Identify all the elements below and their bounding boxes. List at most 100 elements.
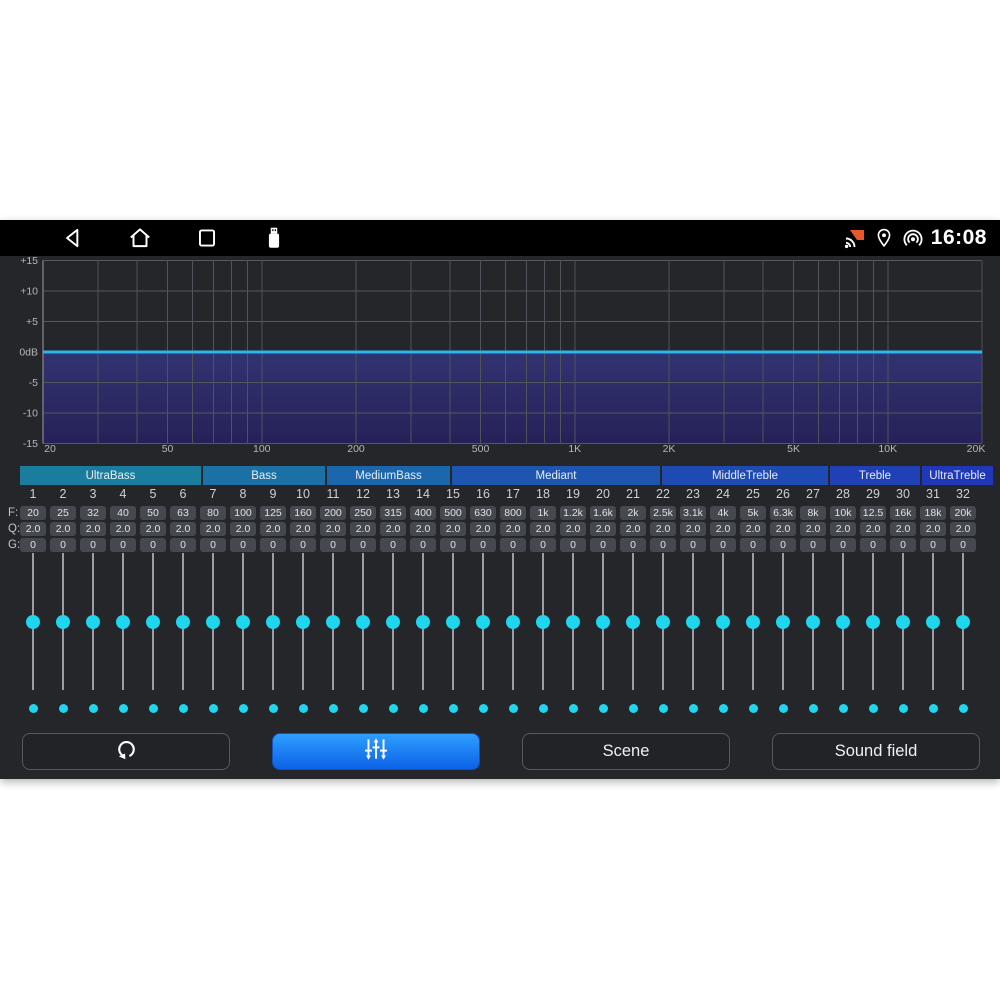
gain-slider[interactable] <box>768 553 798 690</box>
q-value-box[interactable]: 2.0 <box>770 522 796 536</box>
equalizer-button[interactable] <box>272 733 480 770</box>
slider-thumb[interactable] <box>746 615 760 629</box>
q-value-box[interactable]: 2.0 <box>470 522 496 536</box>
slider-thumb[interactable] <box>716 615 730 629</box>
frequency-value-box[interactable]: 3.1k <box>680 506 706 520</box>
frequency-value-box[interactable]: 12.5 <box>860 506 886 520</box>
channel-dot[interactable] <box>359 704 368 713</box>
slider-thumb[interactable] <box>236 615 250 629</box>
gain-value-box[interactable]: 0 <box>920 538 946 552</box>
gain-value-box[interactable]: 0 <box>50 538 76 552</box>
slider-thumb[interactable] <box>296 615 310 629</box>
back-button[interactable] <box>60 225 86 251</box>
gain-slider[interactable] <box>588 553 618 690</box>
frequency-value-box[interactable]: 250 <box>350 506 376 520</box>
gain-slider[interactable] <box>858 553 888 690</box>
gain-value-box[interactable]: 0 <box>170 538 196 552</box>
channel-dot[interactable] <box>659 704 668 713</box>
gain-value-box[interactable]: 0 <box>560 538 586 552</box>
frequency-value-box[interactable]: 20 <box>20 506 46 520</box>
slider-thumb[interactable] <box>956 615 970 629</box>
slider-thumb[interactable] <box>656 615 670 629</box>
gain-slider[interactable] <box>318 553 348 690</box>
q-value-box[interactable]: 2.0 <box>110 522 136 536</box>
q-value-box[interactable]: 2.0 <box>860 522 886 536</box>
slider-thumb[interactable] <box>266 615 280 629</box>
gain-value-box[interactable]: 0 <box>500 538 526 552</box>
gain-slider[interactable] <box>258 553 288 690</box>
channel-dot[interactable] <box>779 704 788 713</box>
recents-button[interactable] <box>194 225 220 251</box>
q-value-box[interactable]: 2.0 <box>80 522 106 536</box>
frequency-value-box[interactable]: 20k <box>950 506 976 520</box>
q-value-box[interactable]: 2.0 <box>500 522 526 536</box>
gain-slider[interactable] <box>948 553 978 690</box>
channel-dot[interactable] <box>149 704 158 713</box>
gain-slider[interactable] <box>78 553 108 690</box>
channel-dot[interactable] <box>479 704 488 713</box>
gain-value-box[interactable]: 0 <box>680 538 706 552</box>
channel-dot[interactable] <box>809 704 818 713</box>
slider-thumb[interactable] <box>146 615 160 629</box>
scene-button[interactable]: Scene <box>522 733 730 770</box>
gain-value-box[interactable]: 0 <box>200 538 226 552</box>
gain-slider[interactable] <box>738 553 768 690</box>
gain-value-box[interactable]: 0 <box>350 538 376 552</box>
gain-value-box[interactable]: 0 <box>290 538 316 552</box>
channel-dot[interactable] <box>509 704 518 713</box>
q-value-box[interactable]: 2.0 <box>920 522 946 536</box>
gain-slider[interactable] <box>438 553 468 690</box>
gain-slider[interactable] <box>48 553 78 690</box>
frequency-value-box[interactable]: 5k <box>740 506 766 520</box>
gain-value-box[interactable]: 0 <box>260 538 286 552</box>
q-value-box[interactable]: 2.0 <box>380 522 406 536</box>
gain-slider[interactable] <box>18 553 48 690</box>
frequency-value-box[interactable]: 40 <box>110 506 136 520</box>
gain-slider[interactable] <box>618 553 648 690</box>
frequency-value-box[interactable]: 25 <box>50 506 76 520</box>
channel-dot[interactable] <box>839 704 848 713</box>
frequency-value-box[interactable]: 16k <box>890 506 916 520</box>
channel-dot[interactable] <box>569 704 578 713</box>
channel-dot[interactable] <box>869 704 878 713</box>
gain-slider[interactable] <box>288 553 318 690</box>
frequency-value-box[interactable]: 1.2k <box>560 506 586 520</box>
channel-dot[interactable] <box>89 704 98 713</box>
gain-slider[interactable] <box>468 553 498 690</box>
gain-value-box[interactable]: 0 <box>110 538 136 552</box>
q-value-box[interactable]: 2.0 <box>590 522 616 536</box>
slider-thumb[interactable] <box>206 615 220 629</box>
channel-dot[interactable] <box>59 704 68 713</box>
slider-thumb[interactable] <box>926 615 940 629</box>
channel-dot[interactable] <box>929 704 938 713</box>
frequency-value-box[interactable]: 4k <box>710 506 736 520</box>
q-value-box[interactable]: 2.0 <box>620 522 646 536</box>
frequency-value-box[interactable]: 6.3k <box>770 506 796 520</box>
channel-dot[interactable] <box>749 704 758 713</box>
slider-thumb[interactable] <box>176 615 190 629</box>
gain-slider[interactable] <box>348 553 378 690</box>
frequency-value-box[interactable]: 32 <box>80 506 106 520</box>
q-value-box[interactable]: 2.0 <box>440 522 466 536</box>
q-value-box[interactable]: 2.0 <box>170 522 196 536</box>
slider-thumb[interactable] <box>566 615 580 629</box>
gain-value-box[interactable]: 0 <box>380 538 406 552</box>
frequency-value-box[interactable]: 80 <box>200 506 226 520</box>
gain-value-box[interactable]: 0 <box>320 538 346 552</box>
gain-slider[interactable] <box>108 553 138 690</box>
gain-slider[interactable] <box>918 553 948 690</box>
channel-dot[interactable] <box>959 704 968 713</box>
frequency-value-box[interactable]: 1k <box>530 506 556 520</box>
band-segment-treble[interactable]: Treble <box>830 466 920 485</box>
slider-thumb[interactable] <box>356 615 370 629</box>
slider-thumb[interactable] <box>476 615 490 629</box>
slider-thumb[interactable] <box>776 615 790 629</box>
band-segment-ultratreble[interactable]: UltraTreble <box>922 466 993 485</box>
frequency-value-box[interactable]: 315 <box>380 506 406 520</box>
slider-thumb[interactable] <box>386 615 400 629</box>
gain-slider[interactable] <box>648 553 678 690</box>
band-segment-ultrabass[interactable]: UltraBass <box>20 466 201 485</box>
gain-value-box[interactable]: 0 <box>650 538 676 552</box>
q-value-box[interactable]: 2.0 <box>890 522 916 536</box>
gain-slider[interactable] <box>198 553 228 690</box>
